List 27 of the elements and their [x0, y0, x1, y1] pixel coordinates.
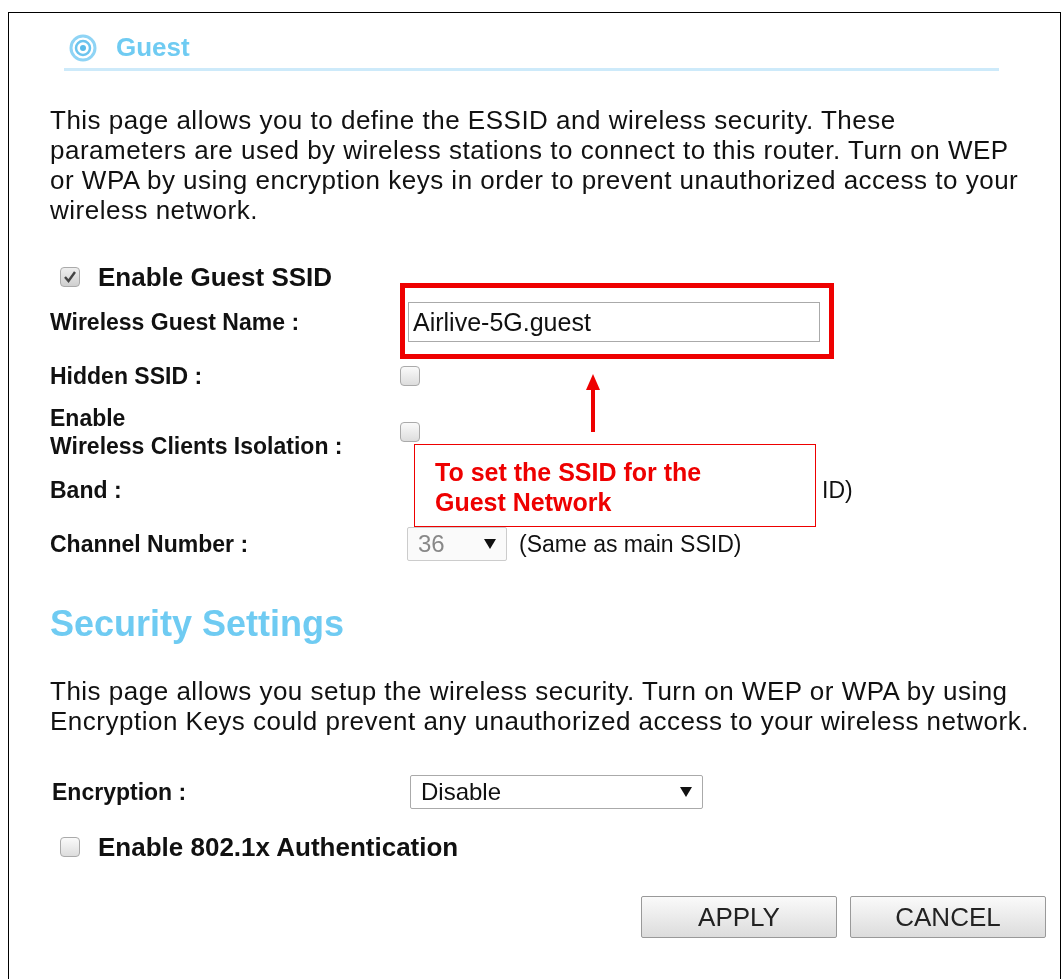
note-text: ID)	[822, 476, 853, 504]
checkbox[interactable]	[400, 365, 420, 386]
checkbox[interactable]	[400, 422, 420, 442]
encryption-dropdown[interactable]: Disable	[410, 775, 703, 809]
field-label: Channel Number :	[50, 531, 249, 557]
field-label: Encryption :	[52, 779, 187, 805]
up-arrow	[585, 374, 601, 432]
field-label: Band :	[50, 477, 122, 503]
target-icon	[68, 32, 98, 63]
checkbox[interactable]	[60, 267, 80, 287]
field-label: Wireless Guest Name :	[50, 309, 300, 335]
field-label: Hidden SSID :	[50, 362, 203, 389]
note-text: (Same as main SSID)	[519, 530, 742, 558]
section-heading: Security Settings	[50, 604, 346, 644]
intro-text: This page allows you to define the ESSID and wireless security. These parameters are used by wireless stations to connect to this router. Turn on WEP or WPA by using encryption keys in order to prevent unauthorized access to your wireless network.	[50, 105, 1020, 225]
checkbox[interactable]	[60, 837, 80, 857]
description-text: This page allows you setup the wireless security. Turn on WEP or WPA by using Encryption Keys could prevent any unauthorized access to your wireless network.	[50, 676, 1030, 736]
section-title: Guest	[116, 32, 190, 63]
caret-icon	[680, 787, 692, 797]
checkbox-label: Enable Guest SSID	[98, 261, 333, 293]
callout-text: To set the SSID for the Guest Network	[414, 444, 816, 527]
field-label: Enable Wireless Clients Isolation :	[50, 405, 343, 459]
caret-icon	[484, 539, 496, 549]
input-field[interactable]: Airlive-5G.guest	[408, 302, 820, 342]
checkbox-label: Enable 802.1x Authentication	[98, 831, 459, 863]
cancel-button[interactable]: CANCEL	[850, 896, 1046, 938]
apply-button[interactable]: APPLY	[641, 896, 837, 938]
